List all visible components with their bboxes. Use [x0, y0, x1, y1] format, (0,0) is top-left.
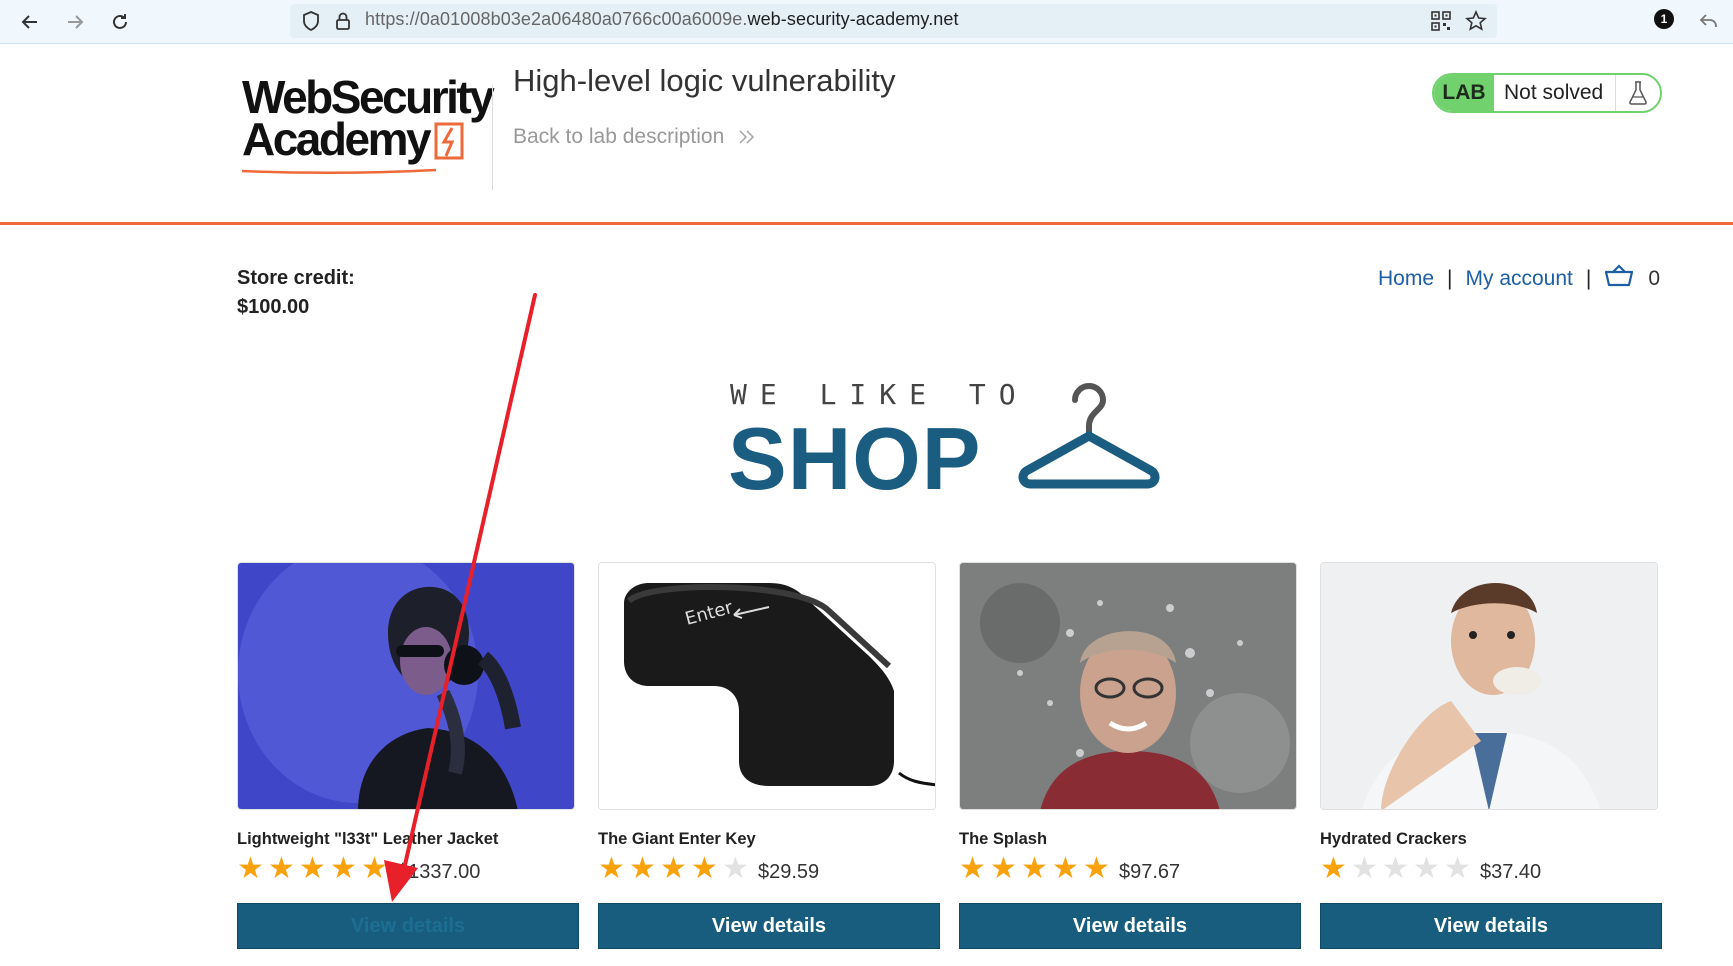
undo-arrow-icon[interactable]	[1696, 8, 1722, 34]
cart-count[interactable]: 0	[1648, 267, 1660, 291]
flask-icon[interactable]	[1616, 75, 1660, 111]
forward-arrow-icon[interactable]	[60, 8, 90, 36]
star-filled-icon: ★	[299, 852, 326, 885]
product-name: Lightweight "l33t" Leather Jacket	[237, 830, 499, 848]
star-filled-icon: ★	[268, 852, 295, 885]
academy-header: WebSecurity Academy High-level logic vul…	[0, 45, 1733, 225]
store-credit: Store credit: $100.00	[237, 264, 355, 322]
browser-toolbar: https://0a01008b03e2a06480a0766c00a6009e…	[0, 0, 1733, 44]
product-name: The Giant Enter Key	[598, 830, 756, 848]
product-card: Hydrated Crackers ★ ★ ★ ★ ★ $37.40 View …	[1320, 562, 1662, 949]
hanger-icon	[1018, 383, 1160, 489]
star-empty-icon: ★	[1382, 852, 1409, 885]
star-filled-icon: ★	[959, 852, 986, 885]
star-filled-icon: ★	[990, 852, 1017, 885]
lock-icon[interactable]	[330, 8, 356, 34]
nav-separator: |	[1447, 267, 1453, 290]
view-details-button[interactable]: View details	[959, 903, 1301, 949]
my-account-link[interactable]: My account	[1466, 267, 1573, 291]
view-details-button[interactable]: View details	[1320, 903, 1662, 949]
lab-state: Not solved	[1494, 75, 1616, 111]
back-to-lab-description-link[interactable]: Back to lab description	[513, 125, 756, 149]
star-empty-icon: ★	[1413, 852, 1440, 885]
product-price: $1337.00	[397, 860, 481, 883]
product-image-hydrated-crackers[interactable]	[1320, 562, 1658, 810]
back-link-label: Back to lab description	[513, 125, 725, 148]
star-filled-icon: ★	[598, 852, 625, 885]
product-name: The Splash	[959, 830, 1048, 848]
logo-line2: Academy	[242, 113, 432, 165]
product-name: Hydrated Crackers	[1320, 830, 1467, 848]
view-details-button[interactable]: View details	[237, 903, 579, 949]
back-arrow-icon[interactable]	[15, 8, 45, 36]
star-filled-icon: ★	[691, 852, 718, 885]
product-rating: ★ ★ ★ ★ ★ $97.67	[959, 854, 1180, 884]
view-details-button[interactable]: View details	[598, 903, 940, 949]
cart-icon[interactable]	[1604, 264, 1634, 294]
logo-bolt-icon	[434, 122, 464, 160]
lab-status-widget[interactable]: LAB Not solved	[1432, 73, 1662, 113]
lab-badge: LAB	[1434, 75, 1494, 111]
web-security-academy-logo[interactable]: WebSecurity Academy	[240, 70, 495, 180]
qr-code-icon[interactable]	[1428, 8, 1454, 34]
product-image-leather-jacket[interactable]	[237, 562, 575, 810]
hero-tagline: WE LIKE TO	[730, 378, 1029, 411]
product-card: The Splash ★ ★ ★ ★ ★ $97.67 View details	[959, 562, 1301, 949]
notification-badge[interactable]: 1	[1654, 9, 1674, 29]
product-rating: ★ ★ ★ ★ ★ $37.40	[1320, 854, 1541, 884]
product-rating: ★ ★ ★ ★ ★ $1337.00	[237, 854, 480, 884]
hero-title: SHOP	[728, 409, 982, 508]
product-price: $29.59	[758, 860, 820, 883]
shield-icon[interactable]	[298, 8, 324, 34]
store-credit-value: $100.00	[237, 296, 310, 318]
star-filled-icon: ★	[1083, 852, 1110, 885]
star-filled-icon: ★	[361, 852, 388, 885]
product-image-giant-enter-key[interactable]: Enter	[598, 562, 936, 810]
star-empty-icon: ★	[1444, 852, 1471, 885]
star-filled-icon: ★	[660, 852, 687, 885]
star-filled-icon: ★	[1320, 852, 1347, 885]
store-nav: Home | My account | 0	[1378, 264, 1660, 294]
star-empty-icon: ★	[722, 852, 749, 885]
product-card: Enter The Giant Enter Key ★ ★ ★ ★ ★ $29.…	[598, 562, 940, 949]
nav-separator: |	[1585, 267, 1592, 290]
star-empty-icon: ★	[1351, 852, 1378, 885]
bookmark-star-icon[interactable]	[1463, 8, 1489, 34]
product-price: $97.67	[1119, 860, 1181, 883]
url-prefix: https://0a01008b03e2a06480a0766c00a6009e…	[365, 9, 748, 29]
url-text[interactable]: https://0a01008b03e2a06480a0766c00a6009e…	[365, 9, 959, 30]
home-link[interactable]: Home	[1378, 267, 1434, 291]
star-filled-icon: ★	[330, 852, 357, 885]
header-divider	[492, 85, 493, 190]
product-image-the-splash[interactable]	[959, 562, 1297, 810]
reload-icon[interactable]	[105, 8, 135, 36]
star-filled-icon: ★	[1021, 852, 1048, 885]
logo-underline-icon	[241, 168, 437, 175]
star-filled-icon: ★	[237, 852, 264, 885]
lab-title: High-level logic vulnerability	[513, 63, 896, 98]
url-domain: web-security-academy.net	[747, 9, 959, 29]
star-filled-icon: ★	[1052, 852, 1079, 885]
product-price: $37.40	[1480, 860, 1542, 883]
double-chevron-right-icon	[739, 130, 755, 145]
store-credit-label: Store credit:	[237, 267, 355, 289]
star-filled-icon: ★	[629, 852, 656, 885]
product-card: Lightweight "l33t" Leather Jacket ★ ★ ★ …	[237, 562, 579, 949]
product-rating: ★ ★ ★ ★ ★ $29.59	[598, 854, 819, 884]
